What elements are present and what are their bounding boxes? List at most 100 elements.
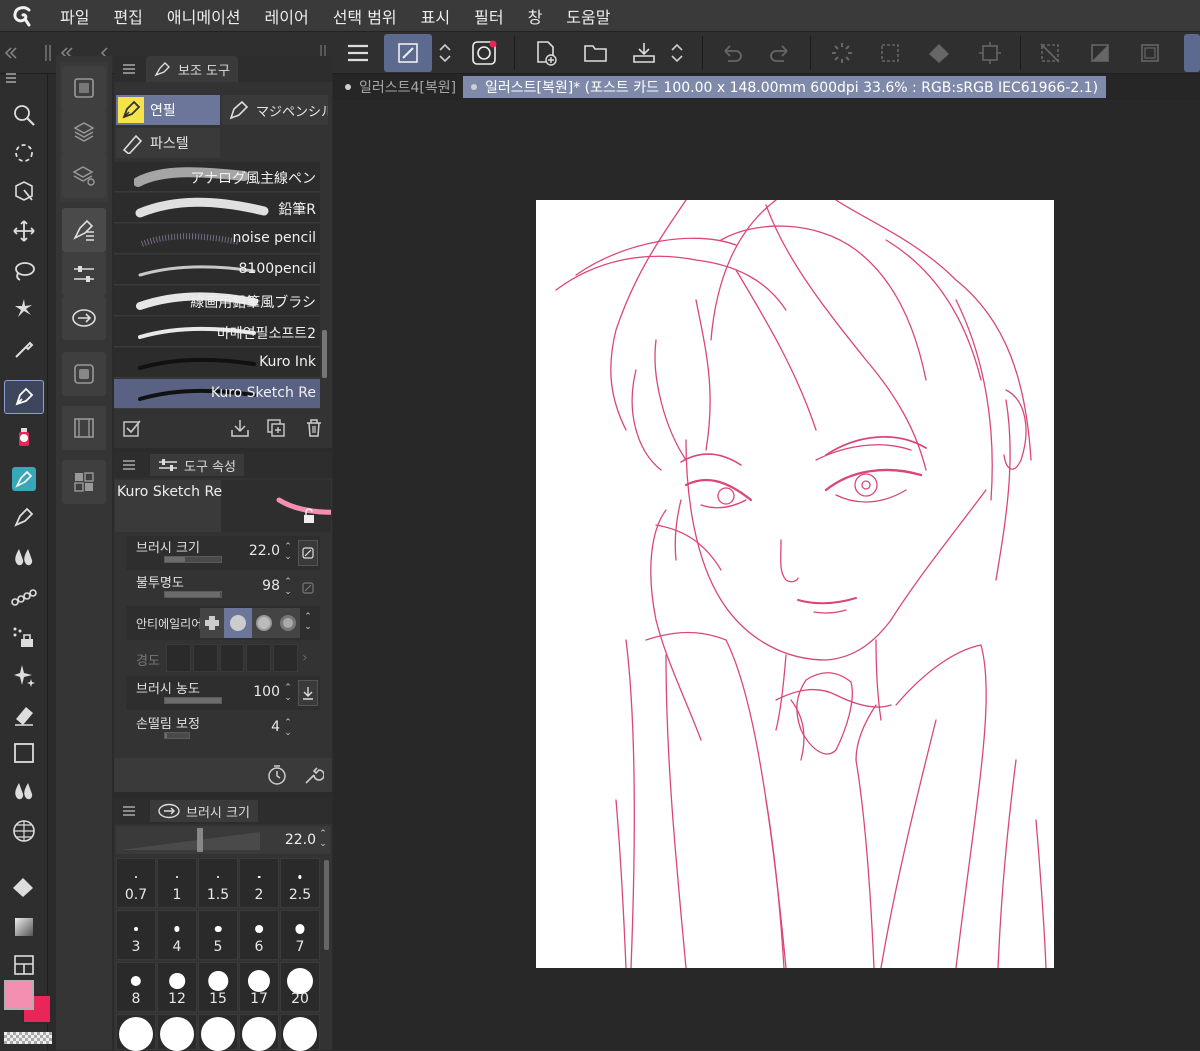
- brush-size-preset[interactable]: 2.5: [280, 858, 320, 908]
- panel-menu-icon[interactable]: [122, 460, 136, 470]
- brush-size-slider[interactable]: 22.0 ⌃ ⌄: [116, 826, 330, 854]
- brush-size-preset[interactable]: 7: [280, 910, 320, 960]
- select-all-icon[interactable]: [870, 34, 910, 72]
- panel-border-icon[interactable]: [4, 948, 44, 982]
- pencil-tool-icon[interactable]: [4, 422, 44, 456]
- duplicate-icon[interactable]: [266, 418, 286, 438]
- download-icon[interactable]: [298, 680, 318, 706]
- brush-size-palette-icon[interactable]: [62, 296, 106, 340]
- pressure-toggle-icon[interactable]: [298, 540, 318, 566]
- stepper-icon[interactable]: ⌃ ⌄: [282, 718, 294, 740]
- brush-size-preset[interactable]: [239, 1014, 279, 1051]
- menu-window[interactable]: 창: [516, 4, 555, 28]
- brush-size-preset[interactable]: [116, 1014, 156, 1051]
- hamburger-menu-icon[interactable]: [338, 34, 378, 72]
- brush-row[interactable]: Kuro Ink: [114, 348, 320, 378]
- brush-row[interactable]: Kuro Sketch Re: [114, 379, 320, 409]
- antialias-medium-icon[interactable]: [252, 608, 276, 638]
- airbrush-icon[interactable]: [4, 620, 44, 654]
- eraser-icon[interactable]: [4, 698, 44, 732]
- figure-icon[interactable]: [4, 580, 44, 614]
- sparkle-icon[interactable]: [4, 658, 44, 692]
- layer-icon[interactable]: [62, 110, 106, 154]
- tab-subtool[interactable]: 보조 도구: [146, 56, 238, 82]
- menu-file[interactable]: 파일: [48, 4, 101, 28]
- companion-mode-icon[interactable]: [464, 34, 504, 72]
- brush-row[interactable]: 8100pencil: [114, 255, 320, 285]
- brush-row[interactable]: noise pencil: [114, 224, 320, 254]
- color-circle-icon[interactable]: [62, 352, 106, 396]
- brush-row[interactable]: 線画用鉛筆風ブラシ: [114, 286, 320, 316]
- trash-icon[interactable]: [304, 418, 324, 438]
- brush-size-preset[interactable]: 3: [116, 910, 156, 960]
- subtool-list-scrollbar[interactable]: [322, 330, 327, 378]
- brush-size-preset[interactable]: 1.5: [198, 858, 238, 908]
- antialias-strong-icon[interactable]: [276, 608, 300, 638]
- tab-illust-active[interactable]: 일러스트[복원]* (포스트 카드 100.00 x 148.00mm 600d…: [463, 76, 1107, 98]
- brush-size-preset[interactable]: 20: [280, 962, 320, 1012]
- import-icon[interactable]: [230, 418, 250, 438]
- transparent-color-swatch[interactable]: [4, 1032, 52, 1044]
- move-layer-icon[interactable]: [4, 214, 44, 248]
- magic-wand-icon[interactable]: [4, 292, 44, 326]
- brush-size-preset[interactable]: [157, 1014, 197, 1051]
- brush-size-preset[interactable]: 15: [198, 962, 238, 1012]
- eyedropper-icon[interactable]: [4, 332, 44, 366]
- hardness-cell[interactable]: [273, 644, 298, 672]
- brush-row[interactable]: 마메연필소프트2: [114, 317, 320, 347]
- water-drops-icon[interactable]: [4, 774, 44, 808]
- brush-size-preset[interactable]: [280, 1014, 320, 1051]
- zoom-icon[interactable]: [4, 98, 44, 132]
- brush-size-preset[interactable]: [198, 1014, 238, 1051]
- undo-icon[interactable]: [712, 34, 752, 72]
- stepper-icon[interactable]: ⌃ ⌄: [302, 612, 314, 634]
- stepper-icon[interactable]: ⌃ ⌄: [282, 683, 294, 705]
- hardness-cell[interactable]: [192, 644, 218, 672]
- menu-animation[interactable]: 애니메이션: [155, 4, 253, 28]
- brush-size-preset[interactable]: 4: [157, 910, 197, 960]
- redo-icon[interactable]: [760, 34, 800, 72]
- subtool-group-pencil[interactable]: 연필: [116, 95, 220, 125]
- gradient-icon[interactable]: [4, 910, 44, 944]
- hardness-cell[interactable]: [246, 644, 272, 672]
- tab-illust4[interactable]: 일러스트4[복원]: [337, 76, 464, 98]
- material-icon[interactable]: [62, 460, 106, 504]
- tab-tool-property[interactable]: 도구 속성: [150, 454, 244, 476]
- panel-menu-icon[interactable]: [122, 64, 136, 74]
- panel-grip-icon[interactable]: [38, 34, 58, 72]
- decoration-pen-icon[interactable]: [4, 500, 44, 534]
- updown-stepper-icon[interactable]: [432, 34, 458, 72]
- layer-property-icon[interactable]: [62, 154, 106, 198]
- fill-icon[interactable]: [920, 34, 960, 72]
- transform-icon[interactable]: [970, 34, 1010, 72]
- stepper-icon[interactable]: ⌃ ⌄: [282, 542, 294, 564]
- operation-icon[interactable]: [4, 174, 44, 208]
- clock-icon[interactable]: [266, 764, 288, 786]
- antialias-none-icon[interactable]: [200, 608, 224, 638]
- updown-stepper-icon[interactable]: [664, 34, 690, 72]
- brush-size-slider[interactable]: [164, 556, 222, 563]
- tool-property-icon[interactable]: [62, 252, 106, 296]
- antialias-weak-icon[interactable]: [224, 608, 252, 638]
- density-slider[interactable]: [164, 697, 222, 704]
- brush-size-preset[interactable]: 5: [198, 910, 238, 960]
- tab-brush-size[interactable]: 브러시 크기: [150, 800, 258, 822]
- export-icon[interactable]: [624, 34, 664, 72]
- pen-tool-icon[interactable]: [4, 380, 44, 414]
- menu-layer[interactable]: 레이어: [253, 4, 321, 28]
- pressure-toggle-icon[interactable]: [298, 578, 318, 598]
- brush-size-preset[interactable]: 2: [239, 858, 279, 908]
- subtool-settings-icon[interactable]: [122, 418, 142, 438]
- fill-bucket-icon[interactable]: [4, 870, 44, 904]
- brush-size-preset[interactable]: 6: [239, 910, 279, 960]
- hardness-cell[interactable]: [219, 644, 245, 672]
- brush-tool-icon[interactable]: [4, 462, 44, 496]
- collapse-left-icon[interactable]: [0, 34, 22, 72]
- subtool-group-pastel[interactable]: 파스텔: [116, 128, 220, 158]
- hardness-cell[interactable]: [166, 644, 191, 672]
- main-color-swatch[interactable]: [4, 980, 34, 1010]
- brush-row[interactable]: アナログ風主線ペン: [114, 162, 320, 192]
- navigator-icon[interactable]: [62, 66, 106, 110]
- perspective-ruler-icon[interactable]: [4, 814, 44, 848]
- menu-filter[interactable]: 필터: [462, 4, 515, 28]
